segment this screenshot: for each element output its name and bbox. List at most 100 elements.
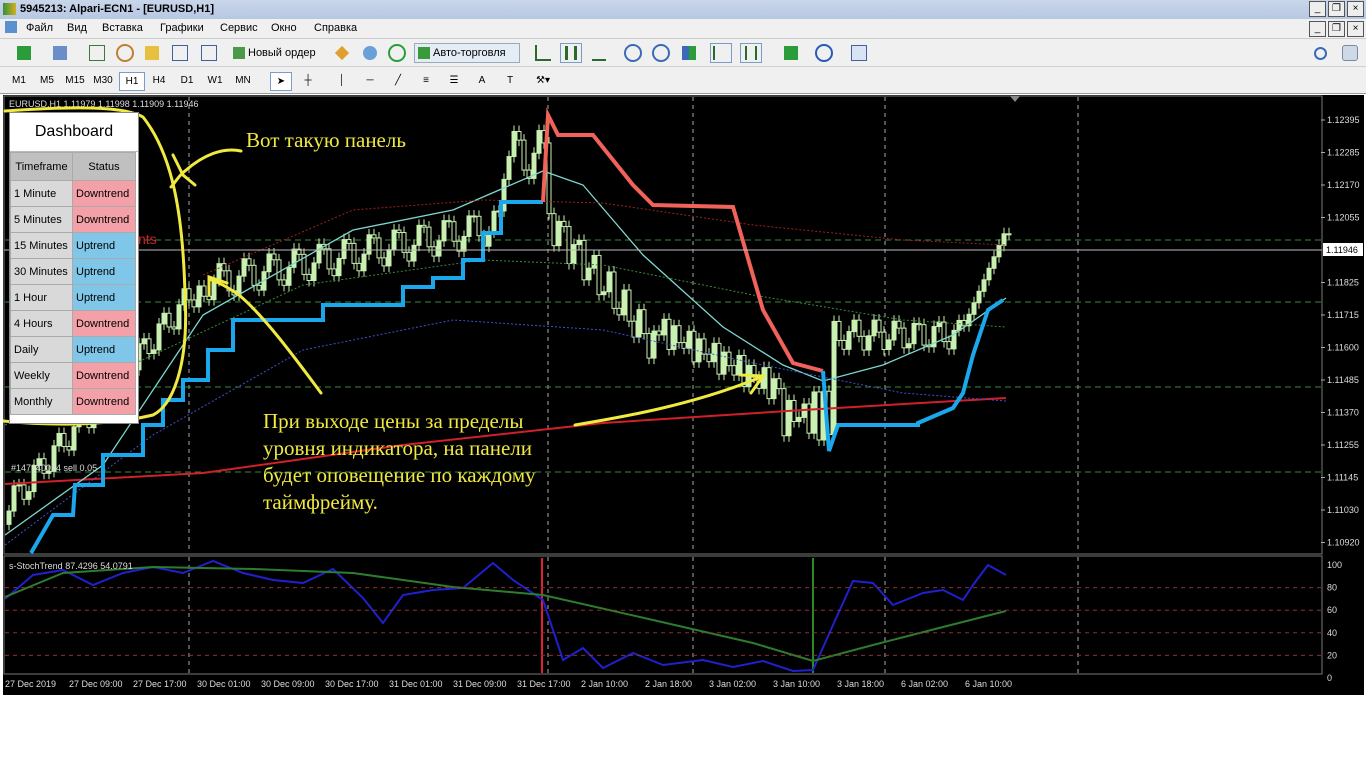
indicators-button[interactable] (778, 43, 804, 63)
time-tick-label: 2 Jan 18:00 (645, 679, 692, 689)
restore-button[interactable]: ❐ (1328, 1, 1345, 17)
price-tick-label: 1.11715 (1327, 310, 1359, 320)
time-tick-label: 30 Dec 09:00 (261, 679, 315, 689)
candle-body (571, 244, 577, 265)
candle-body (601, 291, 607, 296)
chart-shift-button[interactable] (740, 43, 762, 63)
community-button[interactable] (359, 43, 381, 63)
menu-view[interactable]: Вид (67, 22, 87, 34)
autoscroll-button[interactable] (710, 43, 732, 63)
candle-body (61, 432, 67, 448)
new-order-button[interactable]: Новый ордер (232, 43, 326, 63)
candle-body (521, 139, 527, 171)
crosshair-tool[interactable]: ┼ (298, 72, 318, 89)
trendline-tool[interactable]: ╱ (388, 72, 408, 89)
bar-chart-button[interactable] (532, 43, 554, 63)
candle-body (611, 271, 617, 309)
signals-button[interactable] (386, 43, 408, 63)
menu-help[interactable]: Справка (314, 22, 357, 34)
menu-file[interactable]: Файл (26, 22, 53, 34)
vertical-line-tool[interactable]: │ (332, 72, 352, 89)
dashboard-table: Timeframe Status 1 Minute Downtrend 5 Min… (10, 152, 136, 415)
play-icon (418, 47, 430, 60)
candle-body (411, 244, 417, 262)
price-axis: 1.12395 1.12285 1.12170 1.12055 1.11825 1.117… (1321, 115, 1360, 548)
tf-m30[interactable]: M30 (91, 72, 115, 89)
profiles-button[interactable] (44, 43, 76, 63)
title-bar: 5945213: Alpari-ECN1 - [EURUSD,H1] _ ❐ × (0, 0, 1366, 20)
auto-trading-button[interactable]: Авто-торговля (414, 43, 520, 63)
candle-body (776, 378, 782, 390)
zoom-out-button[interactable] (650, 43, 672, 63)
candle-body (581, 239, 587, 281)
signal-icon (388, 44, 406, 63)
child-minimize-button[interactable]: _ (1309, 21, 1326, 37)
data-window-button[interactable] (114, 43, 136, 63)
tf-h1[interactable]: H1 (119, 72, 145, 91)
tf-m15[interactable]: M15 (63, 72, 87, 89)
candle-body (351, 242, 357, 264)
templates-button[interactable] (845, 43, 873, 63)
candle-body (946, 341, 952, 350)
market-watch-icon (89, 45, 105, 62)
time-tick-label: 31 Dec 09:00 (453, 679, 507, 689)
tf-w1[interactable]: W1 (203, 72, 227, 89)
chart-window[interactable]: 1.12395 1.12285 1.12170 1.12055 1.11825 1.117… (1, 95, 1364, 695)
tf-m1[interactable]: M1 (7, 72, 31, 89)
candle-body (621, 289, 627, 316)
price-tick-label: 1.12055 (1327, 213, 1360, 223)
price-chart[interactable]: 1.12395 1.12285 1.12170 1.12055 1.11825 1.117… (1, 95, 1364, 695)
candle-body (156, 323, 162, 351)
label-tool[interactable]: T (500, 72, 520, 89)
navigator-button[interactable] (141, 43, 163, 63)
tf-d1[interactable]: D1 (175, 72, 199, 89)
candle-body (416, 224, 422, 246)
candle-body (646, 333, 652, 359)
minimize-button[interactable]: _ (1309, 1, 1326, 17)
text-tool[interactable]: A (472, 72, 492, 89)
tf-mn[interactable]: MN (231, 72, 255, 89)
menu-tools[interactable]: Сервис (220, 22, 258, 34)
candle-body (976, 290, 982, 304)
new-chart-button[interactable] (8, 43, 40, 63)
status-cell: Uptrend (72, 336, 136, 363)
metaeditor-button[interactable] (331, 43, 353, 63)
document-icon (5, 21, 17, 33)
candle-body (536, 130, 542, 154)
horizontal-line-tool[interactable]: ─ (360, 72, 380, 89)
child-restore-button[interactable]: ❐ (1328, 21, 1345, 37)
candle-body (341, 239, 347, 260)
chat-button[interactable] (1340, 43, 1360, 63)
shapes-tool[interactable]: ⚒▾ (530, 72, 556, 89)
market-watch-button[interactable] (86, 43, 108, 63)
candle-chart-button[interactable] (560, 43, 582, 63)
candle-body (476, 215, 482, 237)
candle-body (391, 229, 397, 251)
tester-button[interactable] (198, 43, 220, 63)
channel-tool[interactable]: ≡ (416, 72, 436, 89)
timeframe-cell: 4 Hours (10, 310, 73, 337)
tile-windows-button[interactable] (678, 43, 700, 63)
periods-button[interactable] (810, 43, 838, 63)
zoom-in-button[interactable] (622, 43, 644, 63)
terminal-button[interactable] (169, 43, 191, 63)
child-close-button[interactable]: × (1347, 21, 1364, 37)
candle-body (376, 237, 382, 259)
tf-m5[interactable]: M5 (35, 72, 59, 89)
menu-insert[interactable]: Вставка (102, 22, 143, 34)
menu-charts[interactable]: Графики (160, 22, 204, 34)
candle-body (191, 299, 197, 308)
candle-body (21, 484, 27, 500)
candle-body (901, 327, 907, 349)
search-button[interactable] (1310, 43, 1330, 63)
close-button[interactable]: × (1347, 1, 1364, 17)
candle-body (881, 331, 887, 350)
fibonacci-tool[interactable]: ☰ (444, 72, 464, 89)
line-chart-button[interactable] (588, 43, 610, 63)
candle-body (26, 491, 32, 500)
menu-window[interactable]: Окно (271, 22, 297, 34)
cursor-tool[interactable]: ➤ (270, 72, 292, 91)
candle-body (401, 232, 407, 253)
candle-body (921, 324, 927, 346)
tf-h4[interactable]: H4 (147, 72, 171, 89)
